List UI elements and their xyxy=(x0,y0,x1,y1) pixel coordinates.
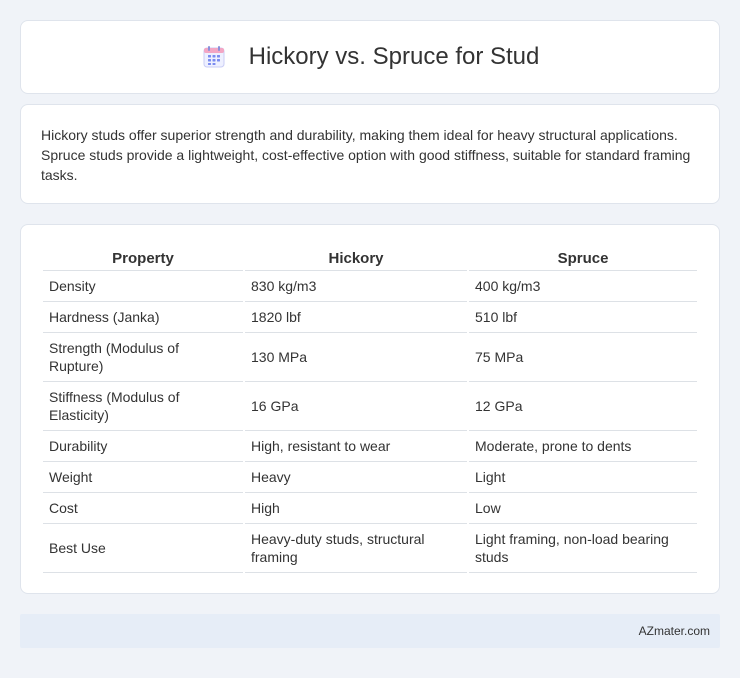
header-spruce: Spruce xyxy=(467,245,697,271)
page-title: Hickory vs. Spruce for Stud xyxy=(248,43,540,70)
spruce-cell: Light xyxy=(467,461,697,493)
table-row: Weight Heavy Light xyxy=(43,461,697,493)
hickory-cell: Heavy-duty studs, structural framing xyxy=(243,523,468,573)
property-cell: Hardness (Janka) xyxy=(43,301,244,333)
spruce-cell: Light framing, non-load bearing studs xyxy=(467,523,697,573)
property-cell: Stiffness (Modulus of Elasticity) xyxy=(43,381,244,431)
hickory-cell: 830 kg/m3 xyxy=(243,270,468,302)
table-row: Density 830 kg/m3 400 kg/m3 xyxy=(43,270,697,302)
spruce-cell: 75 MPa xyxy=(467,332,697,382)
property-cell: Cost xyxy=(43,492,244,524)
spruce-cell: Moderate, prone to dents xyxy=(467,430,697,462)
comparison-table: Property Hickory Spruce Density 830 kg/m… xyxy=(43,245,697,573)
property-cell: Best Use xyxy=(43,523,244,573)
table-row: Strength (Modulus of Rupture) 130 MPa 75… xyxy=(43,332,697,382)
spruce-cell: Low xyxy=(467,492,697,524)
spruce-cell: 12 GPa xyxy=(467,381,697,431)
hickory-cell: 16 GPa xyxy=(243,381,468,431)
hickory-cell: 1820 lbf xyxy=(243,301,468,333)
table-header-row: Property Hickory Spruce xyxy=(43,245,697,271)
header-property: Property xyxy=(43,245,244,271)
calendar-icon xyxy=(203,46,225,68)
hickory-cell: 130 MPa xyxy=(243,332,468,382)
property-cell: Weight xyxy=(43,461,244,493)
footer: AZmater.com xyxy=(20,614,720,648)
property-cell: Durability xyxy=(43,430,244,462)
property-cell: Density xyxy=(43,270,244,302)
title-card: Hickory vs. Spruce for Stud xyxy=(20,20,720,94)
description-card: Hickory studs offer superior strength an… xyxy=(20,104,720,204)
hickory-cell: High xyxy=(243,492,468,524)
header-hickory: Hickory xyxy=(243,245,468,271)
hickory-cell: High, resistant to wear xyxy=(243,430,468,462)
table-row: Durability High, resistant to wear Moder… xyxy=(43,430,697,462)
table-row: Cost High Low xyxy=(43,492,697,524)
table-row: Stiffness (Modulus of Elasticity) 16 GPa… xyxy=(43,381,697,431)
spruce-cell: 510 lbf xyxy=(467,301,697,333)
title-wrap: Hickory vs. Spruce for Stud xyxy=(201,43,540,71)
footer-site-link[interactable]: AZmater.com xyxy=(639,624,710,638)
spruce-cell: 400 kg/m3 xyxy=(467,270,697,302)
description-text: Hickory studs offer superior strength an… xyxy=(41,127,691,183)
comparison-card: Property Hickory Spruce Density 830 kg/m… xyxy=(20,224,720,594)
property-cell: Strength (Modulus of Rupture) xyxy=(43,332,244,382)
hickory-cell: Heavy xyxy=(243,461,468,493)
table-row: Best Use Heavy-duty studs, structural fr… xyxy=(43,523,697,573)
table-row: Hardness (Janka) 1820 lbf 510 lbf xyxy=(43,301,697,333)
